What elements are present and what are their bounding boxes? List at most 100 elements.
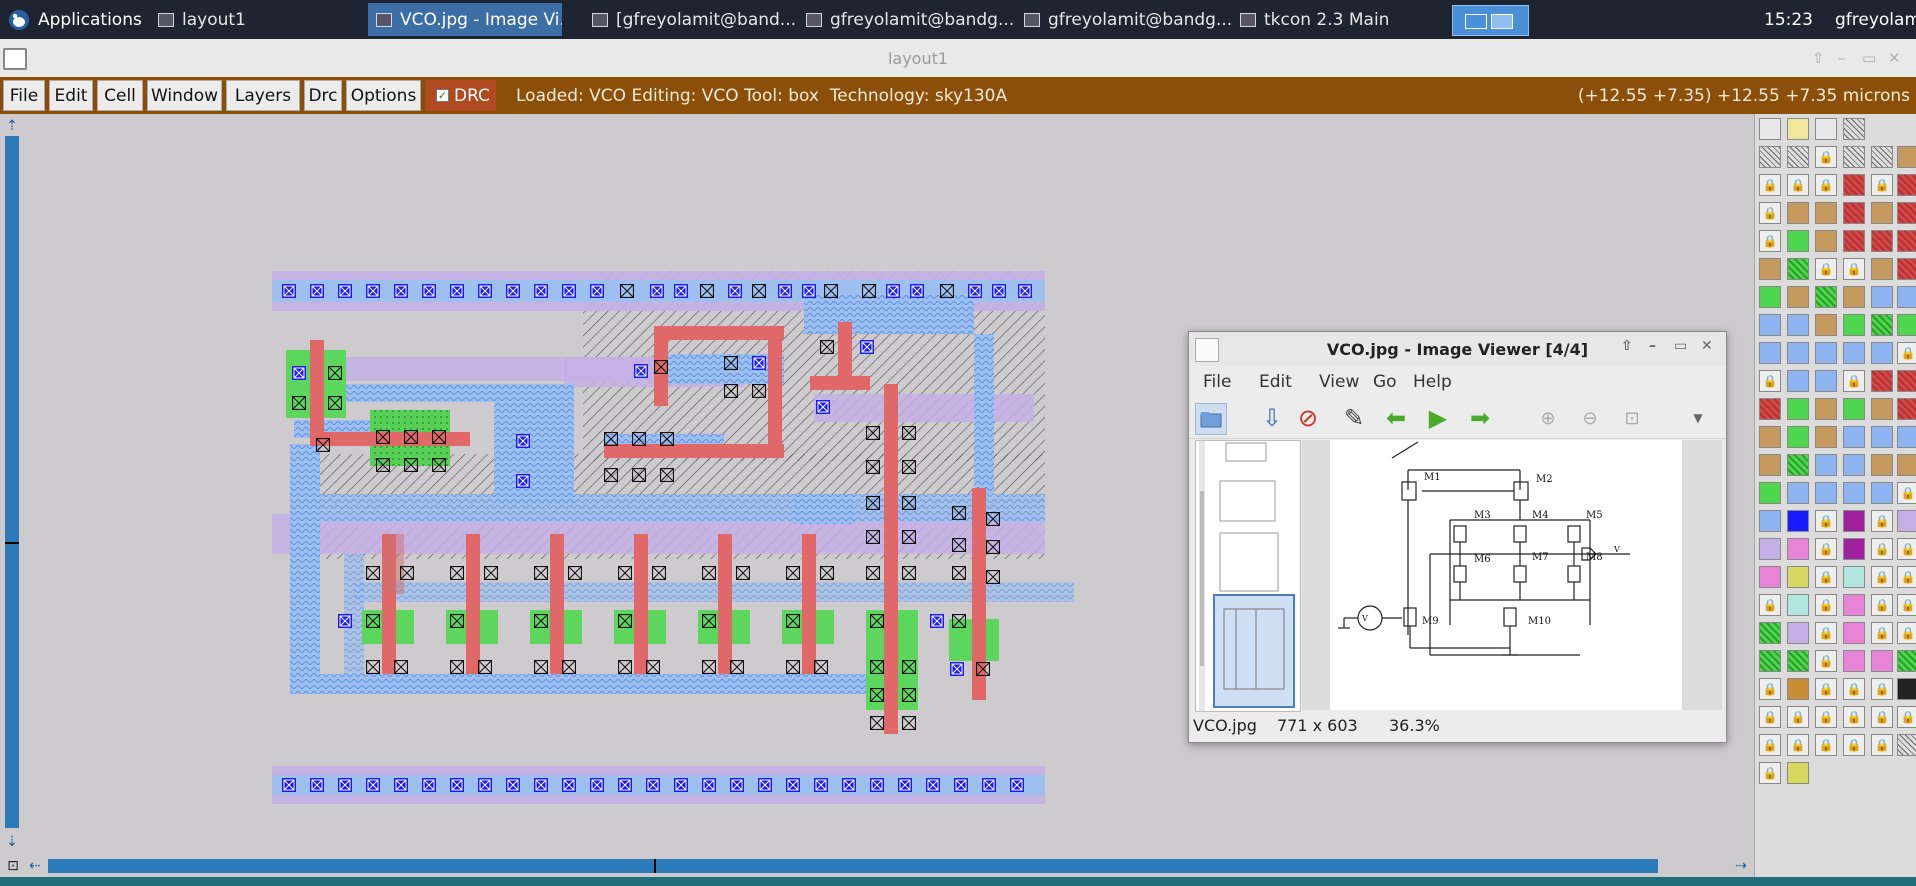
layer-swatch[interactable] [1759, 454, 1781, 476]
menu-window[interactable]: Window [147, 80, 222, 111]
layer-swatch[interactable] [1897, 454, 1916, 476]
layer-swatch[interactable] [1787, 454, 1809, 476]
layer-swatch[interactable] [1871, 342, 1893, 364]
task-image-viewer[interactable]: VCO.jpg - Image Vi... [368, 3, 562, 36]
layer-swatch[interactable] [1897, 426, 1916, 448]
layer-swatch[interactable] [1897, 678, 1916, 700]
layer-lock-icon[interactable]: 🔒 [1815, 146, 1837, 168]
menu-file[interactable]: File [3, 80, 45, 111]
layer-swatch[interactable] [1843, 482, 1865, 504]
layer-swatch[interactable] [1843, 174, 1865, 196]
layer-swatch[interactable] [1759, 622, 1781, 644]
layer-swatch[interactable] [1759, 566, 1781, 588]
layer-lock-icon[interactable]: 🔒 [1815, 594, 1837, 616]
layer-swatch[interactable] [1787, 314, 1809, 336]
viewer-menu-file[interactable]: File [1203, 372, 1231, 392]
layer-lock-icon[interactable]: 🔒 [1759, 370, 1781, 392]
layer-swatch[interactable] [1815, 230, 1837, 252]
viewer-menu-go[interactable]: Go [1373, 372, 1397, 392]
layer-lock-icon[interactable]: 🔒 [1897, 566, 1916, 588]
zoom-box-icon[interactable]: ⊡ [4, 857, 22, 875]
back-arrow-icon[interactable]: ⬅ [1381, 403, 1411, 433]
layer-swatch[interactable] [1843, 510, 1865, 532]
layer-lock-icon[interactable]: 🔒 [1897, 538, 1916, 560]
vertical-scrollbar[interactable]: ⇡ ⇣ [0, 114, 24, 855]
layer-swatch[interactable] [1843, 342, 1865, 364]
layer-swatch[interactable] [1843, 454, 1865, 476]
layer-swatch[interactable] [1759, 510, 1781, 532]
drc-toggle[interactable]: ✓ DRC [426, 80, 496, 111]
layer-lock-icon[interactable]: 🔒 [1787, 706, 1809, 728]
layer-lock-icon[interactable]: 🔒 [1871, 734, 1893, 756]
layer-swatch[interactable] [1815, 286, 1837, 308]
layer-lock-icon[interactable]: 🔒 [1815, 566, 1837, 588]
task-tkcon[interactable]: tkcon 2.3 Main [1232, 3, 1444, 36]
user-name[interactable]: gfreyolamit [1835, 0, 1916, 39]
play-icon[interactable]: ▶ [1423, 403, 1453, 433]
layer-swatch[interactable] [1815, 342, 1837, 364]
image-viewer-window[interactable]: VCO.jpg - Image Viewer [4/4] ⇧ – ▭ ✕ Fil… [1188, 331, 1727, 743]
menu-layers[interactable]: Layers [226, 80, 300, 111]
layer-swatch[interactable] [1815, 118, 1837, 140]
scroll-left-icon[interactable]: ⇠ [26, 857, 44, 875]
layer-lock-icon[interactable]: 🔒 [1759, 174, 1781, 196]
layer-lock-icon[interactable]: 🔒 [1897, 342, 1916, 364]
layer-lock-icon[interactable]: 🔒 [1871, 678, 1893, 700]
layer-swatch[interactable] [1871, 426, 1893, 448]
task-layout1[interactable]: layout1 [150, 3, 371, 36]
layer-swatch[interactable] [1843, 314, 1865, 336]
layer-swatch[interactable] [1843, 146, 1865, 168]
layer-swatch[interactable] [1787, 286, 1809, 308]
layer-swatch[interactable] [1787, 370, 1809, 392]
maximize-icon[interactable]: ▭ [1862, 49, 1876, 67]
workspace-2[interactable] [1491, 14, 1513, 29]
minimize-icon[interactable]: – [1838, 49, 1846, 67]
workspace-1[interactable] [1465, 14, 1487, 29]
layer-swatch[interactable] [1787, 650, 1809, 672]
layer-swatch[interactable] [1787, 510, 1809, 532]
thumbnail-pane[interactable] [1195, 440, 1301, 712]
viewer-menu-help[interactable]: Help [1413, 372, 1452, 392]
close-icon[interactable]: ✕ [1701, 338, 1713, 354]
layer-swatch[interactable] [1871, 650, 1893, 672]
layer-lock-icon[interactable]: 🔒 [1843, 678, 1865, 700]
layer-swatch[interactable] [1843, 230, 1865, 252]
layer-lock-icon[interactable]: 🔒 [1843, 258, 1865, 280]
layer-swatch[interactable] [1787, 342, 1809, 364]
layer-swatch[interactable] [1871, 258, 1893, 280]
layer-swatch[interactable] [1815, 202, 1837, 224]
layer-swatch[interactable] [1897, 146, 1916, 168]
menu-drc[interactable]: Drc [304, 80, 342, 111]
layer-lock-icon[interactable]: 🔒 [1871, 622, 1893, 644]
layer-lock-icon[interactable]: 🔒 [1871, 594, 1893, 616]
layer-swatch[interactable] [1843, 566, 1865, 588]
task-terminal-2[interactable]: gfreyolamit@bandg... [798, 3, 1022, 36]
menu-edit[interactable]: Edit [49, 80, 93, 111]
layer-swatch[interactable] [1759, 118, 1781, 140]
zoom-out-icon[interactable]: ⊖ [1575, 403, 1605, 433]
layer-swatch[interactable] [1897, 174, 1916, 196]
scroll-track[interactable] [5, 136, 19, 828]
layer-lock-icon[interactable]: 🔒 [1897, 594, 1916, 616]
close-icon[interactable]: ✕ [1888, 49, 1901, 67]
layer-swatch[interactable] [1815, 454, 1837, 476]
layer-swatch[interactable] [1897, 734, 1916, 756]
layer-swatch[interactable] [1897, 230, 1916, 252]
layer-swatch[interactable] [1897, 398, 1916, 420]
layer-swatch[interactable] [1843, 286, 1865, 308]
layer-swatch[interactable] [1787, 678, 1809, 700]
layer-swatch[interactable] [1787, 622, 1809, 644]
layer-swatch[interactable] [1897, 286, 1916, 308]
layer-swatch[interactable] [1787, 594, 1809, 616]
layer-swatch[interactable] [1787, 762, 1809, 784]
layer-swatch[interactable] [1897, 202, 1916, 224]
layer-swatch[interactable] [1759, 650, 1781, 672]
layer-swatch[interactable] [1871, 202, 1893, 224]
layer-swatch[interactable] [1759, 426, 1781, 448]
layer-swatch[interactable] [1787, 482, 1809, 504]
layer-swatch[interactable] [1759, 482, 1781, 504]
layer-swatch[interactable] [1787, 202, 1809, 224]
layer-swatch[interactable] [1787, 398, 1809, 420]
layer-swatch[interactable] [1815, 314, 1837, 336]
scroll-up-icon[interactable]: ⇡ [4, 118, 20, 134]
